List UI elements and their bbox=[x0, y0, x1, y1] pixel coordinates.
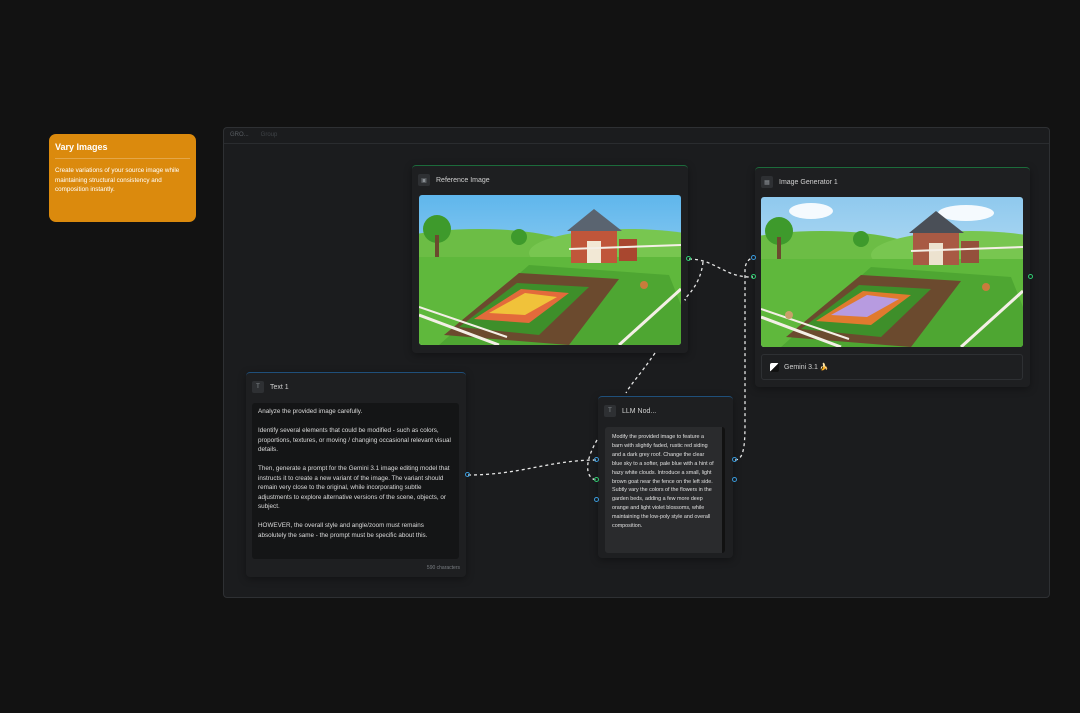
model-selector[interactable]: Gemini 3.1 🍌 bbox=[761, 354, 1023, 380]
reference-output-port[interactable] bbox=[686, 256, 691, 261]
prompt-paragraph: Analyze the provided image carefully. bbox=[258, 408, 363, 415]
llm-icon: T bbox=[604, 405, 616, 417]
node-header[interactable]: ▦ Image Generator 1 bbox=[755, 168, 1030, 194]
text-icon: T bbox=[252, 381, 264, 393]
gemini-logo-icon bbox=[770, 362, 779, 372]
image-generator-icon: ▦ bbox=[761, 176, 773, 188]
node-title: Image Generator 1 bbox=[779, 178, 838, 186]
note-card[interactable]: Vary Images Create variations of your so… bbox=[49, 134, 196, 222]
generator-image-port[interactable] bbox=[751, 274, 756, 279]
node-title: Text 1 bbox=[270, 383, 289, 391]
reference-image bbox=[419, 195, 681, 345]
prompt-paragraph: Identify several elements that could be … bbox=[258, 427, 451, 453]
generator-output-port[interactable] bbox=[1028, 274, 1033, 279]
group-header[interactable]: GRO... Group bbox=[224, 128, 1049, 144]
node-title: Reference Image bbox=[436, 176, 490, 184]
prompt-textarea[interactable]: Analyze the provided image carefully. Id… bbox=[252, 403, 459, 559]
node-title: LLM Nod... bbox=[622, 407, 657, 415]
group-subtitle: Group bbox=[260, 132, 278, 138]
node-header[interactable]: T Text 1 bbox=[246, 373, 466, 399]
model-name: Gemini 3.1 🍌 bbox=[784, 364, 829, 371]
node-header[interactable]: T LLM Nod... bbox=[598, 397, 733, 423]
character-count: 590 characters bbox=[426, 565, 460, 571]
llm-output-port[interactable] bbox=[732, 457, 737, 462]
llm-extra-port[interactable] bbox=[594, 497, 599, 502]
llm-prompt-port[interactable] bbox=[594, 457, 599, 462]
note-title: Vary Images bbox=[55, 142, 190, 159]
generated-image bbox=[761, 197, 1023, 347]
prompt-paragraph: Then, generate a prompt for the Gemini 3… bbox=[258, 465, 450, 510]
text-output-port[interactable] bbox=[465, 472, 470, 477]
node-header[interactable]: ▣ Reference Image bbox=[412, 166, 688, 192]
image-icon: ▣ bbox=[418, 174, 430, 186]
text-node[interactable]: T Text 1 Analyze the provided image care… bbox=[246, 372, 466, 577]
llm-secondary-output-port[interactable] bbox=[732, 477, 737, 482]
image-generator-node[interactable]: ▦ Image Generator 1 Gemini 3.1 🍌 bbox=[755, 167, 1030, 387]
prompt-paragraph: HOWEVER, the overall style and angle/zoo… bbox=[258, 522, 428, 539]
reference-image-node[interactable]: ▣ Reference Image bbox=[412, 165, 688, 353]
note-body: Create variations of your source image w… bbox=[55, 167, 180, 193]
llm-image-port[interactable] bbox=[594, 477, 599, 482]
llm-node[interactable]: T LLM Nod... Modify the provided image t… bbox=[598, 396, 733, 558]
generator-prompt-port[interactable] bbox=[751, 255, 756, 260]
group-title: GRO... bbox=[230, 132, 249, 138]
llm-output[interactable]: Modify the provided image to feature a b… bbox=[605, 427, 725, 553]
